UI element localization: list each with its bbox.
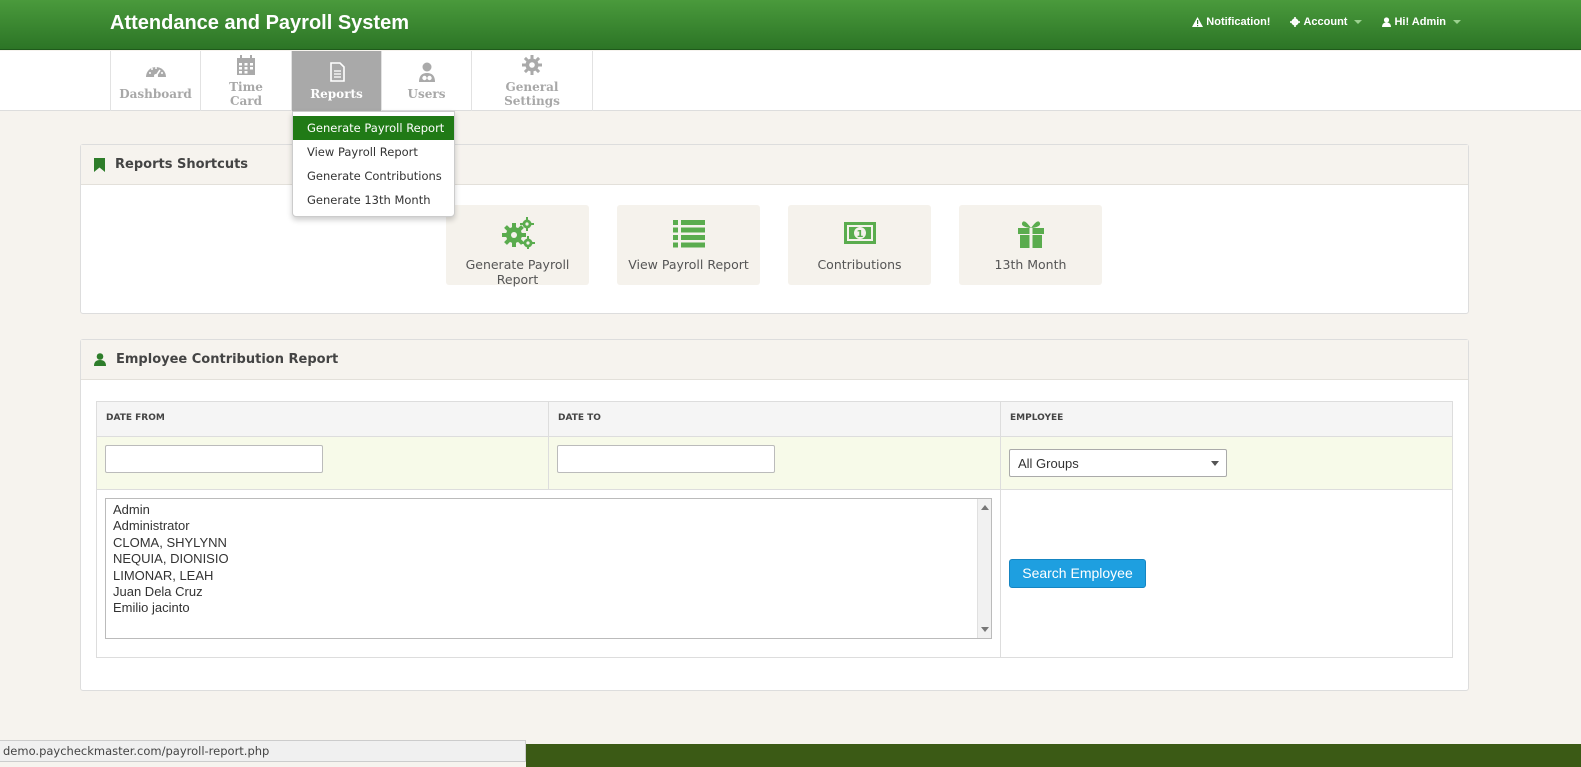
dropdown-item-view-payroll-report[interactable]: View Payroll Report: [293, 140, 454, 164]
date-to-cell: [549, 437, 1001, 489]
employee-group-value: All Groups: [1018, 456, 1079, 471]
top-bar: Attendance and Payroll System Notificati…: [0, 0, 1581, 50]
notification-label: Notification!: [1206, 16, 1271, 28]
employee-listbox[interactable]: Admin Administrator CLOMA, SHYLYNN NEQUI…: [105, 498, 992, 639]
menu-label-dashboard: Dashboard: [119, 87, 192, 101]
menu-item-reports[interactable]: Reports: [291, 51, 381, 111]
chevron-down-icon: [1211, 461, 1219, 466]
shortcut-generate-payroll-report[interactable]: Generate Payroll Report: [446, 205, 589, 287]
menu-item-dashboard[interactable]: Dashboard: [110, 51, 200, 111]
menu-item-general-settings[interactable]: General Settings: [471, 51, 593, 111]
browser-status-url: demo.paycheckmaster.com/payroll-report.p…: [0, 740, 526, 762]
panel-header: Employee Contribution Report: [81, 340, 1468, 380]
user-icon: [94, 353, 106, 366]
listbox-scrollbar[interactable]: [977, 499, 991, 638]
user-menu[interactable]: Hi! Admin: [1382, 16, 1461, 28]
reports-dropdown: Generate Payroll Report View Payroll Rep…: [292, 111, 455, 217]
form-employee-row: Admin Administrator CLOMA, SHYLYNN NEQUI…: [97, 490, 1452, 657]
shortcut-label: View Payroll Report: [628, 257, 749, 272]
menu-item-time-card[interactable]: Time Card: [200, 51, 291, 111]
dashboard-icon: [145, 67, 166, 78]
employee-list-cell: Admin Administrator CLOMA, SHYLYNN NEQUI…: [97, 490, 1001, 657]
column-header-date-to: DATE TO: [549, 402, 1001, 436]
list-item[interactable]: Juan Dela Cruz: [113, 584, 984, 600]
shortcut-label: 13th Month: [994, 257, 1067, 272]
scroll-down-icon[interactable]: [981, 627, 989, 632]
money-icon: 1: [843, 222, 876, 244]
employee-group-cell: All Groups: [1001, 437, 1452, 489]
list-item[interactable]: Emilio jacinto: [113, 600, 984, 616]
user-label: Hi! Admin: [1394, 16, 1446, 28]
column-header-employee: EMPLOYEE: [1010, 413, 1064, 423]
panel-header: Reports Shortcuts: [81, 145, 1468, 185]
notification-link[interactable]: Notification!: [1192, 16, 1270, 28]
panel-title: Reports Shortcuts: [115, 157, 249, 172]
column-header-date-from: DATE FROM: [97, 402, 549, 436]
gear-icon: [522, 55, 542, 75]
scroll-up-icon[interactable]: [981, 505, 989, 510]
gift-icon: [1017, 221, 1044, 248]
dropdown-item-generate-payroll-report[interactable]: Generate Payroll Report: [293, 116, 454, 140]
bookmark-icon: [94, 157, 105, 172]
svg-text:1: 1: [856, 229, 863, 240]
shortcut-label: Generate Payroll Report: [465, 257, 570, 287]
menu-label-time-card: Time Card: [229, 80, 263, 108]
shortcut-13th-month[interactable]: 13th Month: [959, 205, 1102, 285]
menu-label-general-settings: General Settings: [504, 80, 560, 108]
users-icon: [418, 62, 435, 82]
app-title[interactable]: Attendance and Payroll System: [110, 12, 409, 35]
list-icon: [672, 220, 705, 248]
employee-contribution-panel: Employee Contribution Report DATE FROM D…: [80, 339, 1469, 691]
list-item[interactable]: LIMONAR, LEAH: [113, 568, 984, 584]
date-from-cell: [97, 437, 549, 489]
top-nav: Notification! Account Hi! Admin: [1192, 16, 1461, 28]
gear-icon: [1290, 17, 1301, 27]
account-menu[interactable]: Account: [1290, 16, 1363, 28]
form-filter-row: All Groups: [97, 437, 1452, 490]
user-icon: [1382, 17, 1392, 27]
contribution-form: DATE FROM DATE TO EMPLOYEE All Groups Ad…: [96, 401, 1453, 658]
page-footer: [526, 744, 1581, 767]
shortcut-list: Generate Payroll Report View Payroll Rep…: [446, 205, 1102, 287]
chevron-down-icon: [1453, 20, 1461, 24]
dropdown-item-generate-13th-month[interactable]: Generate 13th Month: [293, 188, 454, 212]
form-header-row: DATE FROM DATE TO EMPLOYEE: [97, 402, 1452, 437]
list-item[interactable]: CLOMA, SHYLYNN: [113, 535, 984, 551]
list-item[interactable]: NEQUIA, DIONISIO: [113, 551, 984, 567]
main-menu: Dashboard Time Card Reports Users Genera…: [110, 51, 593, 111]
panel-title: Employee Contribution Report: [116, 352, 339, 367]
search-cell: Search Employee: [1001, 490, 1452, 657]
date-to-input[interactable]: [557, 445, 775, 473]
menu-label-reports: Reports: [310, 87, 363, 101]
shortcut-label: Contributions: [817, 257, 902, 272]
dropdown-item-generate-contributions[interactable]: Generate Contributions: [293, 164, 454, 188]
calendar-icon: [237, 55, 255, 75]
shortcut-contributions[interactable]: 1 Contributions: [788, 205, 931, 285]
menu-item-users[interactable]: Users: [381, 51, 471, 111]
employee-group-select[interactable]: All Groups: [1009, 449, 1227, 477]
list-item[interactable]: Admin: [113, 502, 984, 518]
menu-label-users: Users: [407, 87, 446, 101]
list-item[interactable]: Administrator: [113, 518, 984, 534]
document-icon: [329, 62, 345, 82]
main-menu-bar: Dashboard Time Card Reports Users Genera…: [0, 51, 1581, 111]
gears-icon: [501, 217, 535, 249]
reports-shortcuts-panel: Reports Shortcuts Generate Payroll Repor…: [80, 144, 1469, 314]
chevron-down-icon: [1354, 20, 1363, 24]
account-label: Account: [1303, 16, 1348, 28]
warning-icon: [1192, 17, 1204, 27]
search-employee-button[interactable]: Search Employee: [1009, 559, 1146, 588]
shortcut-view-payroll-report[interactable]: View Payroll Report: [617, 205, 760, 285]
date-from-input[interactable]: [105, 445, 323, 473]
